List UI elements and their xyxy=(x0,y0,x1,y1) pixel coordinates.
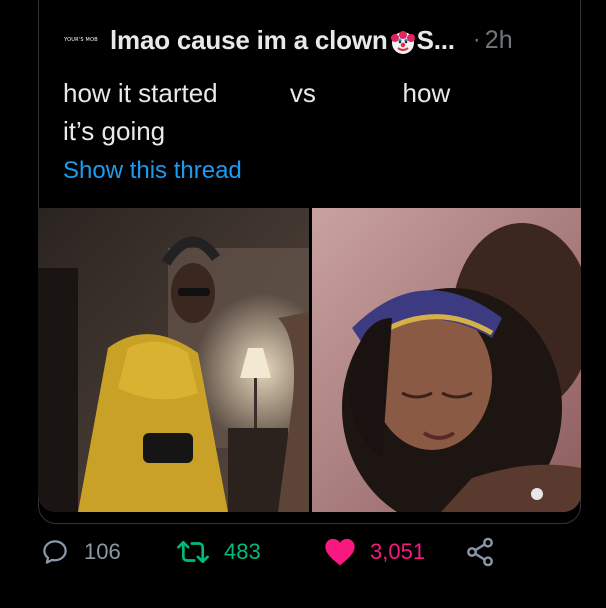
tweet-actions: 106 483 3,051 xyxy=(40,532,560,572)
display-name[interactable]: lmao cause im a clown S... xyxy=(110,25,455,56)
man-in-yellow-sweater-image[interactable] xyxy=(38,208,309,512)
avatar-text: YOUR'S MOB xyxy=(64,37,98,43)
avatar[interactable]: YOUR'S MOB xyxy=(64,30,98,50)
show-thread-link[interactable]: Show this thread xyxy=(63,157,242,185)
reply-icon xyxy=(43,540,67,564)
reply-button[interactable]: 106 xyxy=(40,532,121,572)
retweet-count: 483 xyxy=(224,539,261,564)
heart-icon xyxy=(325,538,355,566)
clown-face-icon xyxy=(390,30,415,54)
couple-embracing-image[interactable] xyxy=(312,208,581,512)
timestamp[interactable]: 2h xyxy=(485,26,513,55)
display-name-prefix: lmao cause im a clown xyxy=(110,24,388,55)
tweet-media[interactable] xyxy=(38,208,581,512)
retweet-icon xyxy=(177,540,209,564)
separator-dot: · xyxy=(472,26,481,53)
share-button[interactable] xyxy=(464,532,496,572)
like-count: 3,051 xyxy=(370,539,426,564)
tweet-header: YOUR'S MOB lmao cause im a clown S... · … xyxy=(64,22,513,58)
share-icon xyxy=(467,537,493,567)
tweet-text: how it started vs how it’s going xyxy=(63,78,451,146)
retweet-button[interactable]: 483 xyxy=(176,532,261,572)
like-button[interactable]: 3,051 xyxy=(324,532,425,572)
display-name-suffix: S... xyxy=(416,24,455,55)
reply-count: 106 xyxy=(84,539,121,564)
